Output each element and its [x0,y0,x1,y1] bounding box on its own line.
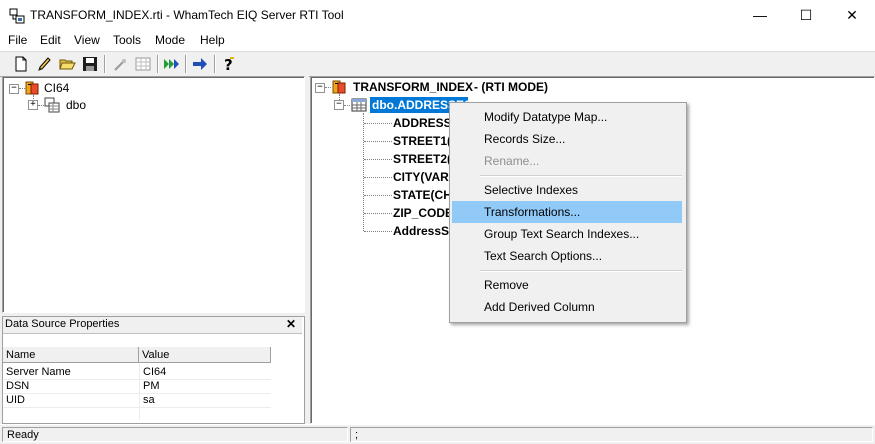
right-arrow-icon[interactable] [191,55,209,73]
menu-item-text-search-options[interactable]: Text Search Options... [452,245,682,267]
menu-bar: File Edit View Tools Mode Help [0,31,875,51]
property-value: CI64 [143,366,167,378]
tree-line [364,177,392,178]
menu-edit[interactable]: Edit [40,33,61,47]
tree-child-label[interactable]: dbo [66,98,86,112]
pane-splitter[interactable] [305,76,309,422]
window-title: TRANSFORM_INDEX.rti - WhamTech EIQ Serve… [30,8,344,22]
property-name: DSN [6,380,30,392]
properties-header: Data Source Properties ✕ [3,317,302,334]
table-row[interactable]: DSN PM [3,379,271,394]
menu-item-rename: Rename... [484,154,540,168]
property-name: Server Name [6,366,71,378]
tree-line [364,159,392,160]
table-row[interactable]: Server Name CI64 [3,365,271,380]
menu-mode[interactable]: Mode [155,33,185,47]
toolbar-separator [157,55,159,73]
menu-separator [480,175,682,177]
property-name: UID [6,394,25,406]
close-button[interactable]: ✕ [829,0,875,31]
toolbar: ? [0,51,875,77]
column-node[interactable]: CITY(VARC [393,170,457,184]
property-value: sa [143,394,155,406]
menu-tools[interactable]: Tools [113,33,141,47]
open-folder-icon[interactable] [58,55,76,73]
pencil-icon[interactable] [35,55,53,73]
menu-file[interactable]: File [8,33,27,47]
collapse-toggle[interactable]: − [334,100,344,110]
column-node[interactable]: STATE(CH. [393,188,455,202]
collapse-toggle[interactable]: − [9,84,19,94]
tree-root-label[interactable]: CI64 [44,81,69,95]
table-row[interactable]: UID sa [3,393,271,408]
server-icon [24,80,40,96]
menu-item-modify-datatype-map[interactable]: Modify Datatype Map... [452,106,682,128]
toolbar-separator [185,55,187,73]
status-secondary: ; [350,427,873,442]
column-header-name[interactable]: Name [3,347,139,363]
close-icon[interactable]: ✕ [286,317,296,331]
new-document-icon[interactable] [12,55,30,73]
magic-wand-icon[interactable] [111,55,129,73]
menu-item-selective-indexes[interactable]: Selective Indexes [452,179,682,201]
menu-view[interactable]: View [74,33,100,47]
run-arrows-icon[interactable] [163,55,181,73]
tree-line [364,195,392,196]
status-bar: Ready ; [0,424,875,444]
datasource-tree[interactable]: − CI64 + dbo [2,76,305,313]
column-header-value[interactable]: Value [139,347,271,363]
context-menu: Modify Datatype Map... Records Size... R… [449,102,687,323]
menu-item-remove[interactable]: Remove [452,274,682,296]
tree-line [344,105,350,106]
column-divider [139,364,140,420]
minimize-button[interactable]: — [737,0,783,31]
rti-mode-label: - (RTI MODE) [474,80,548,94]
tree-line [364,123,392,124]
expand-toggle[interactable]: + [28,100,38,110]
tree-line [364,213,392,214]
menu-help[interactable]: Help [200,33,225,47]
menu-item-transformations[interactable]: Transformations... [452,201,682,223]
table-icon [351,97,367,113]
collapse-toggle[interactable]: − [315,83,325,93]
status-text: Ready [2,427,348,442]
rti-root-label[interactable]: TRANSFORM_INDEX [353,80,473,94]
schema-icon [44,97,60,113]
help-icon[interactable]: ? [220,55,238,74]
tree-line [364,231,392,232]
property-value: PM [143,380,160,392]
table-grid-icon[interactable] [134,55,152,73]
title-bar: TRANSFORM_INDEX.rti - WhamTech EIQ Serve… [0,0,875,31]
column-node[interactable]: ZIP_CODE( [393,206,457,220]
server-icon [331,79,347,95]
tree-line [364,141,392,142]
menu-item-group-text-search-indexes[interactable]: Group Text Search Indexes... [452,223,682,245]
properties-title: Data Source Properties [5,318,120,330]
properties-panel: Data Source Properties ✕ Name Value Serv… [2,316,305,424]
maximize-button[interactable]: ☐ [783,0,829,31]
menu-item-records-size[interactable]: Records Size... [452,128,682,150]
column-node[interactable]: AddressSt [393,224,453,238]
toolbar-separator [214,55,216,73]
toolbar-separator [104,55,106,73]
save-icon[interactable] [81,55,99,73]
menu-separator [480,270,682,272]
app-icon[interactable] [9,8,25,24]
menu-item-add-derived-column[interactable]: Add Derived Column [452,296,682,318]
